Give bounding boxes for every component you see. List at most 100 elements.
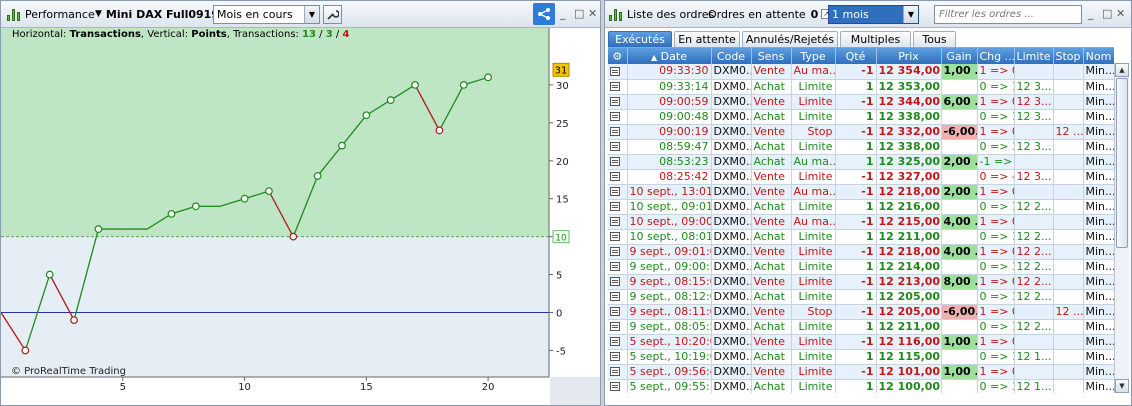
cell-chg: 1 => 0 xyxy=(977,304,1015,320)
table-row[interactable]: 09:00:19DXM0...VenteStop-112 332,00-6,00… xyxy=(608,124,1114,140)
order-detail-icon[interactable] xyxy=(610,82,620,91)
filter-orders-input[interactable] xyxy=(934,5,1082,24)
table-row[interactable]: 9 sept., 08:12:08DXM0...AchatLimite112 2… xyxy=(608,289,1114,305)
table-row[interactable]: 5 sept., 09:55:12DXM0...AchatLimite112 1… xyxy=(608,379,1114,393)
scrollbar-thumb[interactable] xyxy=(1116,78,1128,248)
maximize-button[interactable]: □ xyxy=(1102,7,1112,21)
order-detail-icon[interactable] xyxy=(610,112,620,121)
table-row[interactable]: 08:25:42DXM0...VenteLimite-112 327,00 0 =… xyxy=(608,169,1114,185)
table-row[interactable]: 9 sept., 08:15:09DXM0...VenteLimite-112 … xyxy=(608,274,1114,290)
period-select[interactable]: Mois en cours ▼ xyxy=(213,5,320,24)
order-detail-icon[interactable] xyxy=(610,187,620,196)
order-detail-icon[interactable] xyxy=(610,66,620,76)
cell-stop xyxy=(1053,319,1084,335)
close-button[interactable]: ✕ xyxy=(588,7,597,21)
pending-orders[interactable]: Ordres en attente 0 ↗ xyxy=(708,1,832,27)
order-detail-icon[interactable] xyxy=(610,277,620,286)
order-detail-icon[interactable] xyxy=(610,172,620,181)
table-row[interactable]: 09:33:30DXM0...VenteAu ma...-112 354,001… xyxy=(608,64,1114,80)
order-detail-icon[interactable] xyxy=(610,127,620,136)
orders-window: Liste des ordres Ordres en attente 0 ↗ 1… xyxy=(604,0,1132,406)
orders-title[interactable]: Liste des ordres xyxy=(609,1,714,27)
cell-limite: 12 1... xyxy=(1014,349,1054,365)
column-header-limite[interactable]: Limite xyxy=(1014,48,1054,64)
wrench-icon xyxy=(327,10,339,20)
cell-date: 08:25:42 xyxy=(627,169,712,185)
cell-type: Stop xyxy=(791,304,836,320)
table-row[interactable]: 5 sept., 09:56:48DXM0...VenteLimite-112 … xyxy=(608,364,1114,380)
table-row[interactable]: 5 sept., 10:20:07DXM0...VenteLimite-112 … xyxy=(608,334,1114,350)
order-detail-icon[interactable] xyxy=(610,142,620,151)
order-detail-icon[interactable] xyxy=(610,322,620,331)
tab-executed[interactable]: Exécutés xyxy=(608,31,672,47)
table-row[interactable]: 9 sept., 08:05:57DXM0...AchatLimite112 2… xyxy=(608,319,1114,335)
cell-date: 9 sept., 08:12:08 xyxy=(627,289,712,305)
tab-multiple[interactable]: Multiples xyxy=(840,31,911,47)
table-row[interactable]: 08:59:47DXM0...AchatLimite112 338,00 0 =>… xyxy=(608,139,1114,155)
table-row[interactable]: 08:53:23DXM0...AchatAu ma...112 325,002,… xyxy=(608,154,1114,170)
table-row[interactable]: 09:33:14DXM0...AchatLimite112 353,00 0 =>… xyxy=(608,79,1114,95)
data-point xyxy=(191,202,200,211)
column-header-type[interactable]: Type xyxy=(791,48,836,64)
chevron-down-icon[interactable]: ▼ xyxy=(304,6,319,23)
order-detail-icon[interactable] xyxy=(610,352,620,361)
close-button[interactable]: ✕ xyxy=(1116,7,1125,21)
column-settings-icon[interactable]: ⚙ xyxy=(608,48,628,64)
scroll-up-icon[interactable]: ▲ xyxy=(1115,63,1129,77)
tab-cancelled-rejected[interactable]: Annulés/Rejetés xyxy=(742,31,838,47)
data-point xyxy=(411,81,419,89)
column-header-nom[interactable]: Nom xyxy=(1083,48,1114,64)
table-row[interactable]: 10 sept., 09:00:...DXM0...VenteAu ma...-… xyxy=(608,214,1114,230)
cell-prix: 12 344,00 xyxy=(876,94,942,110)
settings-wrench-button[interactable] xyxy=(323,5,342,24)
reference-label: 10 xyxy=(555,234,567,244)
column-header-date[interactable]: ▲ Date xyxy=(627,48,712,64)
column-header-sens[interactable]: Sens xyxy=(751,48,792,64)
table-row[interactable]: 9 sept., 09:00:54DXM0...AchatLimite112 2… xyxy=(608,259,1114,275)
order-detail-icon[interactable] xyxy=(610,247,620,256)
cell-nom: Min... xyxy=(1083,214,1114,230)
order-detail-icon[interactable] xyxy=(610,337,620,346)
column-header-stop[interactable]: Stop xyxy=(1053,48,1084,64)
column-header-prix[interactable]: Prix xyxy=(876,48,942,64)
table-row[interactable]: 09:00:59DXM0...VenteLimite-112 344,006,0… xyxy=(608,94,1114,110)
cell-qte: 1 xyxy=(835,154,877,170)
table-row[interactable]: 9 sept., 09:01:00DXM0...VenteLimite-112 … xyxy=(608,244,1114,260)
column-header-qte[interactable]: Qté xyxy=(835,48,877,64)
minimize-button[interactable]: _ xyxy=(560,7,566,21)
share-button[interactable] xyxy=(533,3,555,25)
table-row[interactable]: 10 sept., 08:01:...DXM0...AchatLimite112… xyxy=(608,229,1114,245)
instrument-selector[interactable]: ▼ Mini DAX Full0919 xyxy=(95,1,219,27)
order-detail-icon[interactable] xyxy=(610,292,620,301)
cell-prix: 12 116,00 xyxy=(876,334,942,350)
scroll-down-icon[interactable]: ▼ xyxy=(1115,379,1129,393)
column-header-code[interactable]: Code xyxy=(711,48,752,64)
order-detail-icon[interactable] xyxy=(610,97,620,106)
order-detail-icon[interactable] xyxy=(610,262,620,271)
table-row[interactable]: 5 sept., 10:19:01DXM0...AchatLimite112 1… xyxy=(608,349,1114,365)
maximize-button[interactable]: □ xyxy=(574,7,584,21)
table-row[interactable]: 9 sept., 08:11:06DXM0...VenteStop-112 20… xyxy=(608,304,1114,320)
table-row[interactable]: 09:00:48DXM0...AchatLimite112 338,00 0 =>… xyxy=(608,109,1114,125)
performance-title[interactable]: Performance xyxy=(7,1,95,27)
order-detail-icon[interactable] xyxy=(610,367,620,376)
cell-gain: 4,00 ... xyxy=(941,244,978,260)
table-row[interactable]: 10 sept., 13:01:...DXM0...VenteAu ma...-… xyxy=(608,184,1114,200)
order-detail-icon[interactable] xyxy=(610,307,620,316)
column-header-chg[interactable]: Chg ... xyxy=(977,48,1015,64)
orders-period-select[interactable]: 1 mois ▼ xyxy=(828,5,919,24)
column-header-gain[interactable]: Gain xyxy=(941,48,978,64)
vertical-scrollbar[interactable]: ▲ ▼ xyxy=(1114,63,1129,393)
order-detail-icon[interactable] xyxy=(610,157,620,166)
tab-pending[interactable]: En attente xyxy=(674,31,740,47)
tab-all[interactable]: Tous xyxy=(913,31,956,47)
minimize-button[interactable]: _ xyxy=(1088,7,1094,21)
row-icon xyxy=(608,109,628,125)
order-detail-icon[interactable] xyxy=(610,232,620,241)
order-detail-icon[interactable] xyxy=(610,382,620,391)
order-detail-icon[interactable] xyxy=(610,217,620,226)
table-row[interactable]: 10 sept., 09:01:...DXM0...AchatLimite112… xyxy=(608,199,1114,215)
chevron-down-icon[interactable]: ▼ xyxy=(903,6,918,23)
order-detail-icon[interactable] xyxy=(610,202,620,211)
orders-table: ⚙ ▲ Date Code Sens Type Qté Prix Gain Ch… xyxy=(608,47,1114,393)
